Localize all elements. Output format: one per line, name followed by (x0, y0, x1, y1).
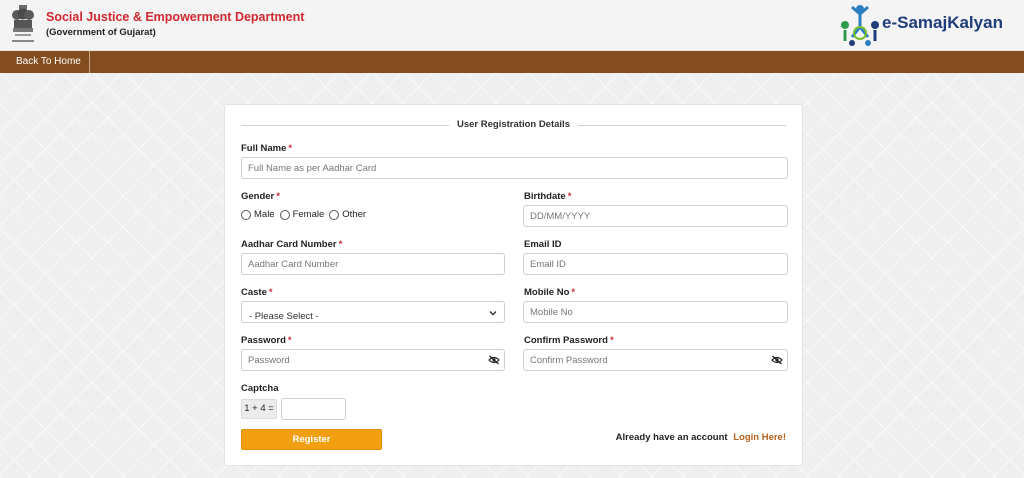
gender-label-text: Gender (241, 191, 275, 202)
aadhar-label-text: Aadhar Card Number (241, 239, 337, 250)
birthdate-label: Birthdate * (524, 191, 571, 202)
full-name-label: Full Name * (241, 143, 292, 154)
birthdate-label-text: Birthdate (524, 191, 566, 202)
gender-other-radio[interactable] (329, 209, 340, 220)
password-input[interactable] (241, 349, 505, 371)
site-header: Social Justice & Empowerment Department … (0, 0, 1024, 51)
form-title: User Registration Details (225, 119, 802, 130)
form-title-text: User Registration Details (449, 119, 578, 130)
password-label: Password * (241, 335, 292, 346)
eye-slash-icon[interactable] (771, 355, 783, 365)
aadhar-input[interactable] (241, 253, 505, 275)
required-marker: * (567, 191, 572, 202)
gender-male-label[interactable]: Male (254, 209, 275, 220)
full-name-label-text: Full Name (241, 143, 287, 154)
email-label: Email ID (524, 239, 562, 250)
chevron-down-icon (489, 311, 497, 316)
eye-slash-icon[interactable] (488, 355, 500, 365)
caste-selected-value: - Please Select - (249, 311, 319, 322)
required-marker: * (276, 191, 280, 202)
login-prompt-text: Already have an account (615, 432, 728, 443)
login-prompt: Already have an account Login Here! (616, 432, 786, 443)
confirm-password-label: Confirm Password * (524, 335, 614, 346)
aadhar-label: Aadhar Card Number * (241, 239, 342, 250)
required-marker: * (571, 287, 576, 298)
back-to-home-link[interactable]: Back To Home (0, 51, 90, 73)
mobile-input[interactable] (523, 301, 788, 323)
confirm-password-label-text: Confirm Password (524, 335, 608, 346)
required-marker: * (288, 143, 293, 154)
state-emblem-icon (12, 5, 34, 42)
required-marker: * (609, 335, 614, 346)
gender-radio-group: Male Female Other (241, 209, 371, 220)
caste-label-text: Caste (241, 287, 267, 298)
caste-select[interactable]: - Please Select - (241, 301, 505, 323)
people-group-logo-icon (841, 5, 879, 46)
gender-label: Gender * (241, 191, 280, 202)
logo-text: e-SamajKalyan (882, 13, 1003, 32)
department-title: Social Justice & Empowerment Department (46, 10, 305, 24)
mobile-label: Mobile No * (524, 287, 575, 298)
email-input[interactable] (523, 253, 788, 275)
gender-other-label[interactable]: Other (342, 209, 366, 220)
required-marker: * (338, 239, 343, 250)
gender-female-label[interactable]: Female (293, 209, 325, 220)
gender-female-radio[interactable] (279, 209, 290, 220)
government-subtitle: (Government of Gujarat) (46, 27, 156, 38)
gender-male-radio[interactable] (241, 209, 251, 220)
birthdate-input[interactable] (523, 205, 788, 227)
register-button[interactable]: Register (241, 429, 382, 450)
caste-label: Caste * (241, 287, 273, 298)
captcha-question: 1 + 4 = (241, 399, 277, 419)
full-name-input[interactable] (241, 157, 788, 179)
required-marker: * (287, 335, 292, 346)
e-samajkalyan-logo[interactable]: e-SamajKalyan (834, 1, 1014, 47)
password-label-text: Password (241, 335, 286, 346)
registration-card: User Registration Details Full Name* Gen… (224, 104, 803, 466)
required-marker: * (268, 287, 273, 298)
login-here-link[interactable]: Login Here! (733, 432, 786, 443)
top-navbar: Back To Home (0, 51, 1024, 73)
mobile-label-text: Mobile No (524, 287, 570, 298)
captcha-answer-input[interactable] (281, 398, 346, 420)
captcha-label: Captcha (241, 383, 279, 394)
confirm-password-input[interactable] (523, 349, 788, 371)
